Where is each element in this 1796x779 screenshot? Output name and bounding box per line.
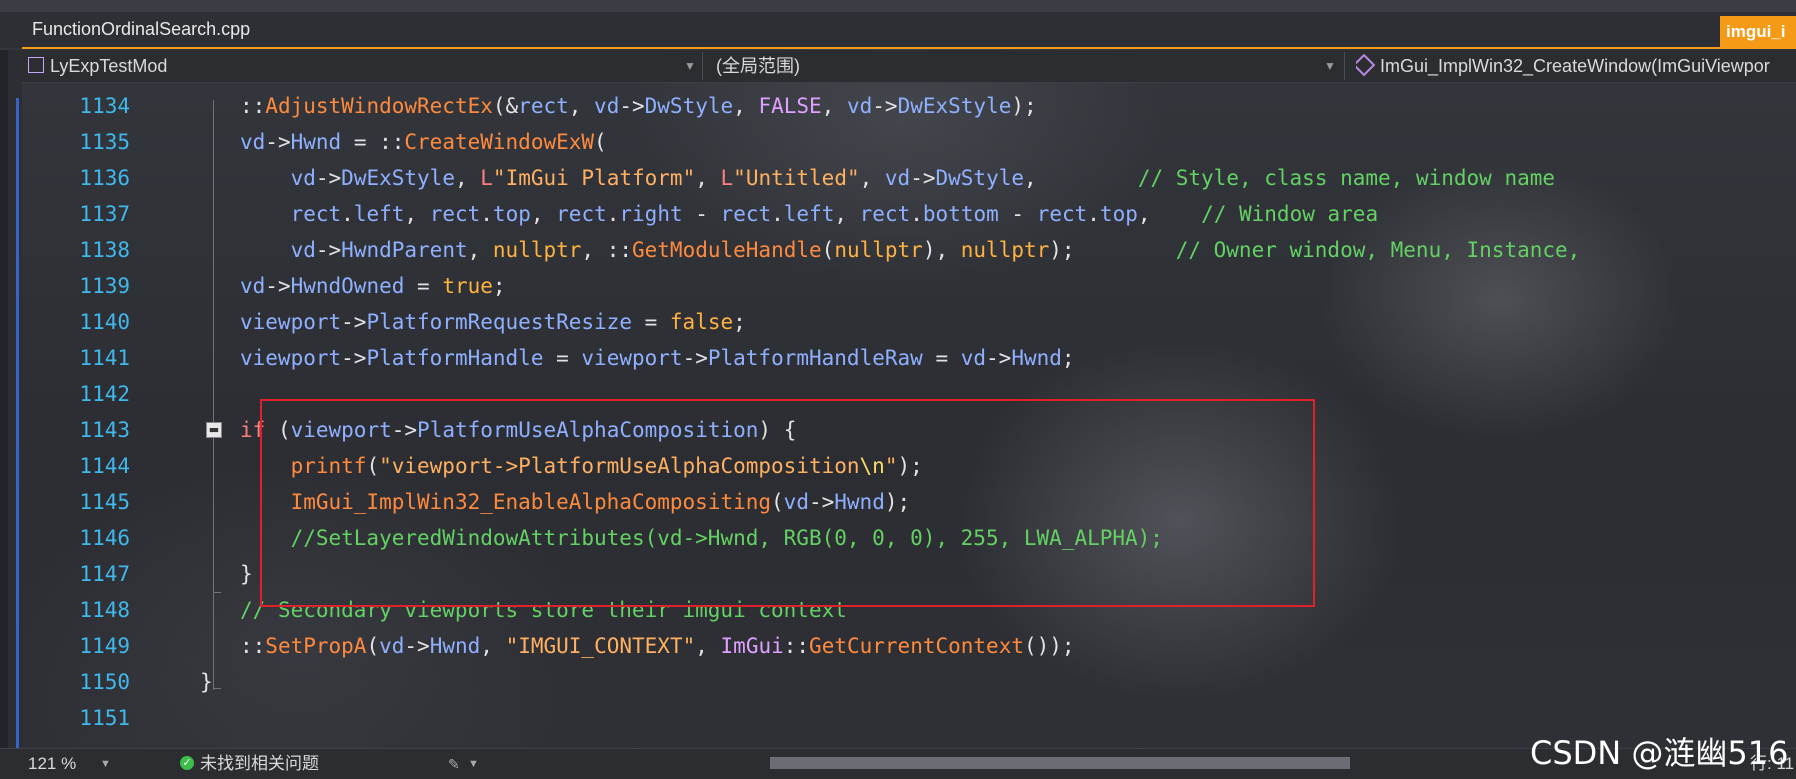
csdn-watermark: CSDN @涟幽516	[1530, 734, 1789, 772]
outline-guide	[213, 100, 214, 690]
zoom-dropdown-arrow-icon[interactable]: ▼	[100, 754, 111, 774]
member-label: ImGui_ImplWin32_CreateWindow(ImGuiViewpo…	[1380, 56, 1770, 76]
navigation-bar: LyExpTestMod ▼ (全局范围) ▼ ImGui_ImplWin32_…	[22, 50, 1796, 83]
code-line-1136[interactable]: vd->DwExStyle, L"ImGui Platform", L"Unti…	[240, 160, 1555, 196]
scope-label: (全局范围)	[716, 56, 800, 76]
line-number: 1146	[79, 526, 130, 550]
project-icon	[28, 57, 44, 74]
collapse-toggle-icon[interactable]: ▬	[206, 422, 222, 438]
line-number: 1148	[79, 598, 130, 622]
left-margin	[8, 50, 22, 750]
project-dropdown-arrow-icon[interactable]: ▼	[682, 54, 698, 78]
code-line-1149[interactable]: ::SetPropA(vd->Hwnd, "IMGUI_CONTEXT", Im…	[240, 628, 1075, 664]
code-line-1141[interactable]: viewport->PlatformHandle = viewport->Pla…	[240, 340, 1075, 376]
member-dropdown[interactable]: ImGui_ImplWin32_CreateWindow(ImGuiViewpo…	[1356, 54, 1796, 78]
line-number: 1145	[79, 490, 130, 514]
line-number: 1149	[79, 634, 130, 658]
cleanup-dropdown-arrow-icon[interactable]: ▼	[468, 754, 479, 774]
line-number: 1150	[79, 670, 130, 694]
line-number: 1134	[79, 94, 130, 118]
code-line-1134[interactable]: ::AdjustWindowRectEx(&rect, vd->DwStyle,…	[240, 88, 1037, 124]
code-line-1140[interactable]: viewport->PlatformRequestResize = false;	[240, 304, 746, 340]
line-number: 1135	[79, 130, 130, 154]
horizontal-scrollbar[interactable]	[770, 757, 1350, 769]
code-line-1138[interactable]: vd->HwndParent, nullptr, ::GetModuleHand…	[240, 232, 1593, 268]
scope-dropdown[interactable]: (全局范围)	[716, 54, 1336, 78]
line-number: 1141	[79, 346, 130, 370]
line-number: 1147	[79, 562, 130, 586]
line-number: 1136	[79, 166, 130, 190]
annotation-highlight-box	[260, 399, 1315, 607]
tab-function-ordinal-search[interactable]: FunctionOrdinalSearch.cpp	[22, 12, 262, 46]
left-edge-panel	[0, 50, 8, 750]
document-tab-bar	[0, 12, 1796, 48]
line-number: 1140	[79, 310, 130, 334]
code-line-1137[interactable]: rect.left, rect.top, rect.right - rect.l…	[240, 196, 1379, 232]
method-icon	[1356, 54, 1376, 77]
line-number: 1139	[79, 274, 130, 298]
change-tracking-bar	[16, 98, 19, 748]
code-line-1139[interactable]: vd->HwndOwned = true;	[240, 268, 506, 304]
active-tab-accent-line	[22, 47, 1796, 49]
code-line-1147[interactable]: }	[240, 556, 253, 592]
line-number: 1151	[79, 706, 130, 730]
project-dropdown[interactable]: LyExpTestMod	[28, 54, 628, 78]
line-number: 1138	[79, 238, 130, 262]
issues-label: 未找到相关问题	[200, 754, 319, 773]
check-icon: ✓	[180, 755, 194, 770]
tab-imgui[interactable]: imgui_i	[1720, 16, 1796, 48]
zoom-level[interactable]: 121 %	[28, 754, 76, 774]
line-number: 1144	[79, 454, 130, 478]
issues-indicator[interactable]: ✓ 未找到相关问题	[180, 754, 319, 774]
top-tab-strip	[0, 0, 1796, 12]
code-line-1135[interactable]: vd->Hwnd = ::CreateWindowExW(	[240, 124, 607, 160]
scope-dropdown-arrow-icon[interactable]: ▼	[1322, 54, 1338, 78]
line-number: 1142	[79, 382, 130, 406]
cleanup-brush-icon[interactable]: ✎	[448, 754, 460, 774]
line-number: 1137	[79, 202, 130, 226]
line-number: 1143	[79, 418, 130, 442]
project-label: LyExpTestMod	[50, 56, 168, 76]
outline-end-tick	[213, 592, 221, 593]
outline-end-tick	[213, 688, 221, 689]
code-line-1150[interactable]: }	[200, 664, 213, 700]
